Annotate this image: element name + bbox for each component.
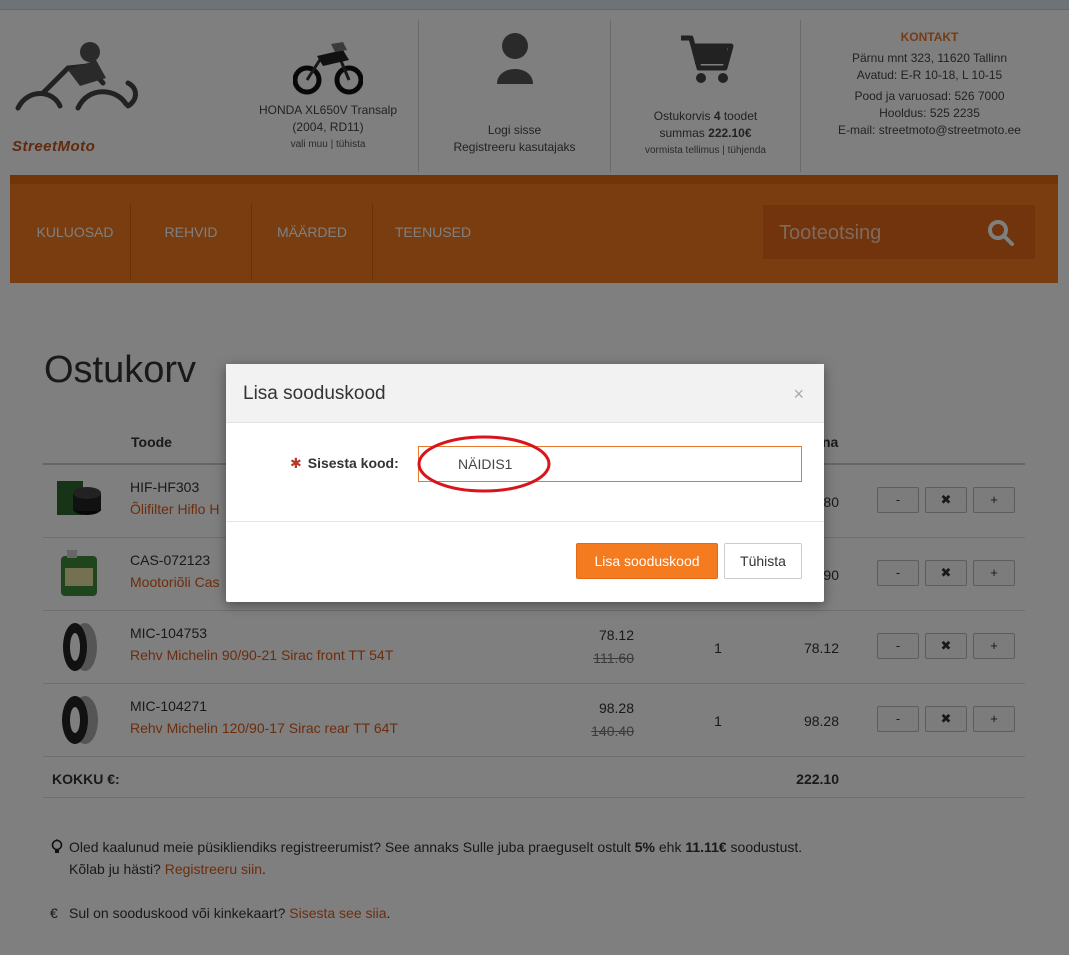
modal-title: Lisa sooduskood <box>243 383 386 404</box>
modal-footer-divider <box>226 521 824 522</box>
close-icon[interactable]: × <box>793 384 804 405</box>
cancel-button[interactable]: Tühista <box>724 543 802 579</box>
annotation-circle <box>417 435 551 493</box>
add-coupon-button[interactable]: Lisa sooduskood <box>576 543 718 579</box>
modal-header: Lisa sooduskood × <box>226 364 824 423</box>
coupon-code-label: ✱ Sisesta kood: <box>290 455 399 472</box>
coupon-modal: Lisa sooduskood × ✱ Sisesta kood: Lisa so… <box>226 364 824 602</box>
required-asterisk-icon: ✱ <box>290 455 302 471</box>
coupon-code-label-text: Sisesta kood: <box>307 455 399 471</box>
